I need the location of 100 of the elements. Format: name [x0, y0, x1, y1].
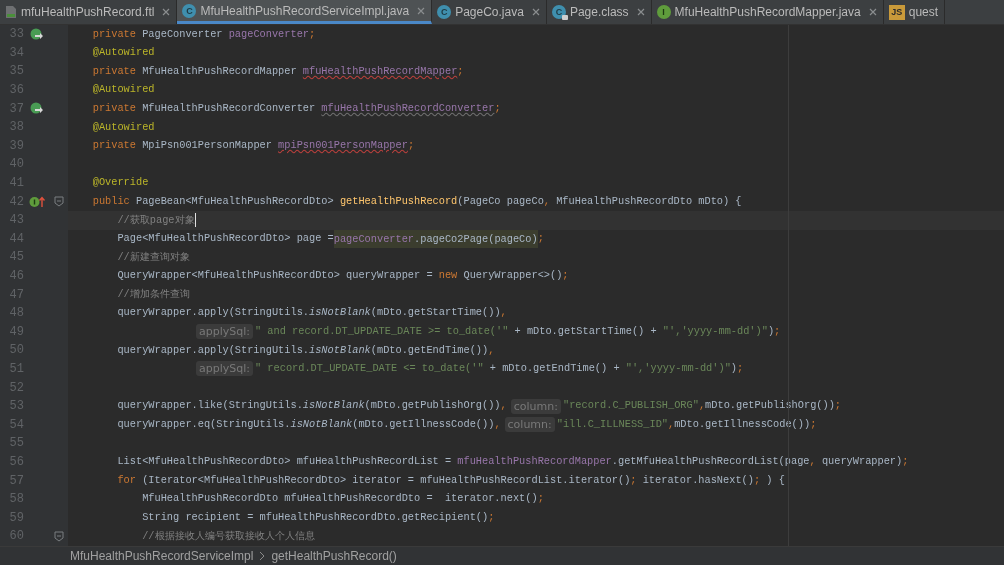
code-token: ;: [537, 231, 544, 247]
parameter-hint: applySql:: [196, 361, 253, 377]
code-token: Page<MfuHealthPushRecordDto> page =: [116, 231, 334, 247]
code-token: isNotBlank: [309, 305, 371, 321]
code-token: pageConverter: [228, 26, 309, 42]
code-token: ,: [494, 417, 501, 433]
chevron-icon: [259, 550, 266, 561]
close-icon[interactable]: [531, 8, 540, 16]
editor-tab[interactable]: JS quest: [883, 0, 946, 24]
code-token: .getMfuHealthPushRecordList(page: [611, 454, 810, 470]
code-token: ,: [698, 398, 706, 414]
code-token: getHealthPushRecord: [339, 193, 458, 209]
code-token: + mDto.getStartTime() +: [513, 324, 658, 340]
interface-icon: I: [656, 5, 671, 19]
close-icon[interactable]: [868, 8, 877, 16]
code-token: (mDto.getStartTime()): [370, 305, 501, 321]
code-token: ;: [407, 138, 415, 154]
code-token: mfuHealthPushRecordMapper: [302, 63, 458, 79]
code-token: queryWrapper.apply(StringUtils.: [116, 305, 309, 321]
code-token: ;: [537, 491, 544, 507]
code-token: "record.C_PUBLISH_ORG": [562, 398, 699, 414]
editor-tab[interactable]: I MfuHealthPushRecordMapper.java: [651, 0, 884, 24]
code-token: (mDto.getPublishOrg()): [364, 398, 501, 414]
code-token: PageConverter: [141, 26, 224, 42]
editor-tab[interactable]: C PageCo.java: [432, 0, 547, 24]
code-token: ;: [488, 510, 495, 525]
code-token: isNotBlank: [290, 417, 353, 433]
code-token: ;: [753, 472, 761, 488]
class-icon: C: [182, 3, 197, 18]
class-icon: C: [551, 5, 566, 19]
code-token: ;: [630, 472, 637, 488]
code-token: "ill.C_ILLNESS_ID": [556, 417, 668, 433]
code-token: ;: [810, 417, 817, 433]
fold-icon[interactable]: [54, 196, 64, 208]
code-token: //增加条件查询: [116, 286, 190, 302]
parameter-hint: column:: [510, 398, 561, 414]
code-token: queryWrapper): [820, 454, 903, 470]
code-token: MfuHealthPushRecordDto mDto) {: [555, 193, 742, 209]
code-token: isNotBlank: [302, 398, 365, 414]
code-token: " and record.DT_UPDATE_DATE >= to_date('": [255, 324, 509, 340]
code-token: private: [91, 138, 136, 154]
code-token: ,: [668, 417, 675, 433]
editor-tab[interactable]: C MfuHealthPushRecordServiceImpl.java: [177, 0, 433, 24]
code-token: mDto.getIllnessCode()): [674, 417, 811, 433]
code-token: for: [116, 472, 136, 488]
breadcrumb-item[interactable]: MfuHealthPushRecordServiceImpl: [70, 548, 254, 563]
close-icon[interactable]: [162, 8, 171, 16]
code-token: ,: [500, 398, 507, 414]
code-token: private: [91, 100, 136, 116]
close-icon[interactable]: [417, 6, 426, 15]
code-token: List<MfuHealthPushRecordDto> mfuHealthPushRecordList =: [116, 454, 453, 470]
code-token: (mDto.getEndTime()): [370, 342, 489, 358]
code-token: ) {: [765, 472, 785, 488]
fold-icon[interactable]: [54, 530, 64, 542]
code-token: MpiPsn001PersonMapper: [141, 138, 273, 154]
code-token: ;: [774, 324, 781, 340]
implements-icon[interactable]: [29, 195, 45, 209]
code-token: //新建查询对象: [116, 249, 190, 265]
code-token: //根据接收人编号获取接收人个人信息: [141, 528, 315, 544]
code-token: ,: [543, 193, 550, 209]
code-token: public: [91, 193, 130, 209]
code-token: //获取page对象: [116, 212, 195, 228]
code-token: ): [730, 361, 737, 377]
code-token: MfuHealthPushRecordMapper: [141, 63, 298, 79]
code-token: ;: [902, 454, 909, 470]
code-token: queryWrapper.like(StringUtils.: [116, 398, 303, 414]
close-icon[interactable]: [636, 8, 645, 16]
code-token: (PageCo pageCo: [457, 193, 544, 209]
bean-icon[interactable]: [30, 27, 44, 41]
code-token: ;: [457, 63, 464, 79]
code-token: mDto.getPublishOrg()): [705, 398, 835, 414]
code-token: iterator.hasNext(): [641, 472, 754, 488]
bean-icon[interactable]: [30, 102, 44, 116]
code-token: @Autowired: [91, 82, 155, 98]
code-token: mfuHealthPushRecordMapper: [457, 454, 612, 470]
code-token: ,: [488, 342, 495, 358]
code-token: queryWrapper.eq(StringUtils.: [116, 417, 291, 433]
code-token: String recipient = mfuHealthPushRecordDto.getRecipient(): [141, 510, 489, 525]
code-token: (Iterator<MfuHealthPushRecordDto> iterator = mfuHealthPushRecordList.iterator(): [141, 472, 631, 488]
code-token: ,: [500, 305, 507, 321]
code-token: QueryWrapper<MfuHealthPushRecordDto> queryWrapper =: [116, 268, 434, 284]
script-file-icon: JS: [888, 4, 905, 20]
code-token: "','yyyy-mm-dd')": [662, 324, 768, 340]
editor-tab[interactable]: C Page.class: [546, 0, 652, 24]
code-token: ): [767, 324, 775, 340]
code-token: @Override: [91, 175, 149, 191]
breadcrumb-item[interactable]: getHealthPushRecord(): [271, 548, 397, 563]
parameter-hint: column:: [504, 417, 555, 433]
code-token: PageBean<MfuHealthPushRecordDto>: [134, 193, 335, 209]
code-token: ;: [834, 398, 842, 414]
code-token: (mDto.getIllnessCode()): [352, 417, 495, 433]
code-token: QueryWrapper<>(): [462, 268, 563, 284]
text-caret: [194, 213, 196, 228]
parameter-hint: applySql:: [196, 324, 253, 340]
code-token: "','yyyy-mm-dd')": [625, 361, 731, 377]
code-token: ;: [737, 361, 744, 377]
code-token: ;: [309, 26, 316, 42]
class-icon: C: [437, 5, 452, 19]
code-token: mpiPsn001PersonMapper: [278, 138, 408, 154]
code-token: @Autowired: [91, 119, 155, 135]
